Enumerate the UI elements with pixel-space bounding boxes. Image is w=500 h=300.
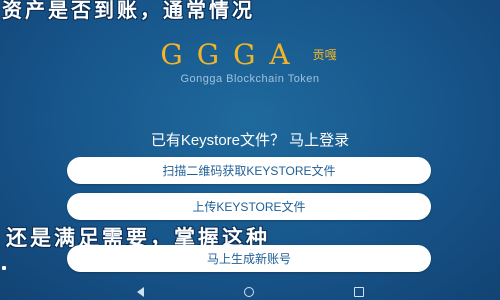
brand-header: GGGA 贡嘎 Gongga Blockchain Token (0, 38, 500, 85)
upload-keystore-button[interactable]: 上传KEYSTORE文件 (67, 193, 431, 220)
create-account-button[interactable]: 马上生成新账号 (67, 245, 431, 272)
overlay-dot (2, 266, 6, 270)
logo: GGGA 贡嘎 (0, 38, 500, 71)
home-icon[interactable] (243, 287, 254, 297)
scan-qr-keystore-button[interactable]: 扫描二维码获取KEYSTORE文件 (67, 157, 431, 184)
keystore-login-prompt: 已有Keystore文件？ 马上登录 (150, 132, 350, 149)
logo-chinese-text: 贡嘎 (312, 48, 337, 62)
system-nav-bar (0, 284, 500, 300)
logo-text: GGGA (160, 38, 304, 71)
recent-apps-icon[interactable] (353, 287, 364, 297)
overlay-watermark-top: 资产是否到账，通常情况 (2, 0, 255, 22)
brand-tagline: Gongga Blockchain Token (180, 73, 320, 85)
back-icon[interactable] (136, 287, 144, 297)
